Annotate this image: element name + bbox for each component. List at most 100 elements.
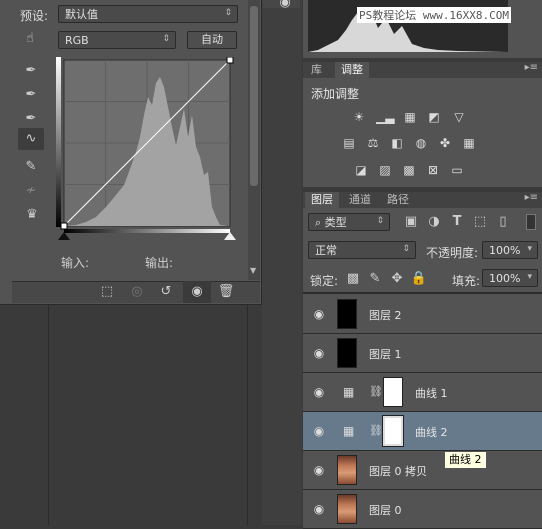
photo-filter-icon[interactable]: ◍ xyxy=(412,136,430,150)
hue-saturation-icon[interactable]: ▤ xyxy=(340,136,358,150)
fill-input[interactable]: 100% ▾ xyxy=(482,269,538,287)
layer-name[interactable]: 图层 0 xyxy=(369,502,402,518)
search-icon: ⌕ xyxy=(315,216,325,229)
visibility-eye-icon[interactable]: ◉ xyxy=(311,346,327,360)
filter-type-icon[interactable]: T xyxy=(448,213,466,231)
layer-row-layer2[interactable]: ◉ 图层 2 xyxy=(303,295,542,334)
smooth-icon[interactable]: ≁ xyxy=(22,182,40,200)
canvas-divider xyxy=(262,0,302,525)
eyedropper-white-icon[interactable]: ✒ xyxy=(22,110,40,128)
selective-color-icon[interactable]: ⊠ xyxy=(424,163,442,177)
curves-adjustment-icon: ▦ xyxy=(343,424,355,438)
layer-name[interactable]: 曲线 2 xyxy=(415,424,448,440)
levels-icon[interactable]: ▁▃ xyxy=(376,110,394,124)
visibility-eye-icon[interactable]: ◉ xyxy=(311,424,327,438)
panel-menu-icon[interactable]: ▸≡ xyxy=(525,192,538,203)
filter-pixel-icon[interactable]: ▣ xyxy=(402,213,420,231)
lock-transparent-icon[interactable]: ▩ xyxy=(344,270,362,288)
layer-name[interactable]: 曲线 1 xyxy=(415,385,448,401)
fill-value: 100% xyxy=(489,272,521,285)
lock-label: 锁定: xyxy=(310,274,339,288)
curves-icon[interactable]: ▦ xyxy=(401,110,419,124)
layer-name[interactable]: 图层 0 拷贝 xyxy=(369,463,427,479)
scroll-down-icon[interactable]: ▼ xyxy=(250,266,256,275)
channel-mixer-icon[interactable]: ✤ xyxy=(436,136,454,150)
curve-edit-icon[interactable]: ∿ xyxy=(18,128,44,150)
hand-on-image-icon[interactable]: ☝ xyxy=(21,30,39,48)
black-white-icon[interactable]: ◧ xyxy=(388,136,406,150)
vibrance-icon[interactable]: ▽ xyxy=(450,110,468,124)
tab-paths[interactable]: 路径 xyxy=(381,192,415,208)
reset-icon[interactable]: ↺ xyxy=(157,283,175,301)
invert-icon[interactable]: ◪ xyxy=(352,163,370,177)
posterize-icon[interactable]: ▨ xyxy=(376,163,394,177)
trash-icon[interactable]: 🗑 xyxy=(217,283,235,301)
layer-row-layer0[interactable]: ◉ 图层 0 xyxy=(303,490,542,529)
visibility-eye-icon[interactable]: ◉ xyxy=(183,281,211,303)
view-previous-icon[interactable]: ◎ xyxy=(128,283,146,301)
blend-mode-value: 正常 xyxy=(315,244,337,257)
color-balance-icon[interactable]: ⚖ xyxy=(364,136,382,150)
filter-shape-icon[interactable]: ⬚ xyxy=(471,213,489,231)
layer-mask-thumbnail[interactable] xyxy=(383,377,403,407)
link-chain-icon[interactable]: ⛓ xyxy=(369,385,383,398)
eyedropper-black-icon[interactable]: ✒ xyxy=(22,62,40,80)
exposure-icon[interactable]: ◩ xyxy=(425,110,443,124)
layer-mask-thumbnail[interactable] xyxy=(382,415,404,447)
properties-scrollbar[interactable]: ▼ xyxy=(248,0,260,280)
canvas-area xyxy=(48,305,248,525)
black-point-slider[interactable] xyxy=(58,232,70,240)
dropdown-arrow-icon: ⇕ xyxy=(224,8,232,18)
fill-label: 填充: xyxy=(452,274,481,288)
eyedropper-gray-icon[interactable]: ✒ xyxy=(22,86,40,104)
layer-row-curves2[interactable]: ◉ ▦ ⛓ 曲线 2 xyxy=(303,412,542,451)
gradient-map-icon[interactable]: ▭ xyxy=(448,163,466,177)
curves-graph[interactable] xyxy=(56,56,234,235)
auto-button[interactable]: 自动 xyxy=(187,31,237,49)
clip-to-layer-icon[interactable]: ⬚ xyxy=(98,283,116,301)
filter-adjustment-icon[interactable]: ◑ xyxy=(425,213,443,231)
channel-dropdown[interactable]: RGB ⇕ xyxy=(58,31,176,49)
eye-icon[interactable]: ◉ xyxy=(276,0,294,12)
layer-thumbnail xyxy=(337,299,357,329)
brightness-icon[interactable]: ☀ xyxy=(350,110,368,124)
color-lookup-icon[interactable]: ▦ xyxy=(460,136,478,150)
curves-graph-svg xyxy=(56,56,234,230)
filter-toggle[interactable] xyxy=(526,214,536,230)
tab-library[interactable]: 库 xyxy=(305,62,328,78)
opacity-label: 不透明度: xyxy=(426,246,479,260)
lock-image-icon[interactable]: ✎ xyxy=(366,270,384,288)
layer-row-layer1[interactable]: ◉ 图层 1 xyxy=(303,334,542,373)
threshold-icon[interactable]: ▩ xyxy=(400,163,418,177)
adjustments-panel xyxy=(303,62,542,187)
tab-layers[interactable]: 图层 xyxy=(305,192,339,208)
blend-mode-dropdown[interactable]: 正常 ⇕ xyxy=(308,241,416,259)
preset-dropdown[interactable]: 默认值 ⇕ xyxy=(58,5,238,23)
tab-adjustments[interactable]: 调整 xyxy=(335,62,369,78)
visibility-eye-icon[interactable]: ◉ xyxy=(311,463,327,477)
opacity-input[interactable]: 100% ▾ xyxy=(482,241,538,259)
panel-menu-icon[interactable]: ▸≡ xyxy=(525,62,538,73)
visibility-eye-icon[interactable]: ◉ xyxy=(311,307,327,321)
link-chain-icon[interactable]: ⛓ xyxy=(369,424,383,437)
layer-name[interactable]: 图层 2 xyxy=(369,307,402,323)
filter-smart-icon[interactable]: ▯ xyxy=(494,213,512,231)
lock-all-icon[interactable]: 🔒 xyxy=(410,270,428,288)
output-label: 输出: xyxy=(145,256,174,270)
tab-channels[interactable]: 通道 xyxy=(343,192,377,208)
lock-position-icon[interactable]: ✥ xyxy=(388,270,406,288)
channel-value: RGB xyxy=(65,34,89,47)
scroll-thumb[interactable] xyxy=(250,6,258,186)
pencil-icon[interactable]: ✎ xyxy=(22,158,40,176)
white-point-slider[interactable] xyxy=(224,232,236,240)
visibility-eye-icon[interactable]: ◉ xyxy=(311,502,327,516)
preset-value: 默认值 xyxy=(65,8,98,21)
dropdown-arrow-icon: ⇕ xyxy=(162,34,170,44)
layer-row-curves1[interactable]: ◉ ▦ ⛓ 曲线 1 xyxy=(303,373,542,412)
layer-thumbnail xyxy=(337,338,357,368)
layer-name[interactable]: 图层 1 xyxy=(369,346,402,362)
visibility-eye-icon[interactable]: ◉ xyxy=(311,385,327,399)
clipping-warning-icon[interactable]: ♛ xyxy=(20,206,44,224)
layer-row-layer0-copy[interactable]: ◉ 图层 0 拷贝 xyxy=(303,451,542,490)
filter-kind-dropdown[interactable]: ⌕ 类型 ⇕ xyxy=(308,213,390,231)
